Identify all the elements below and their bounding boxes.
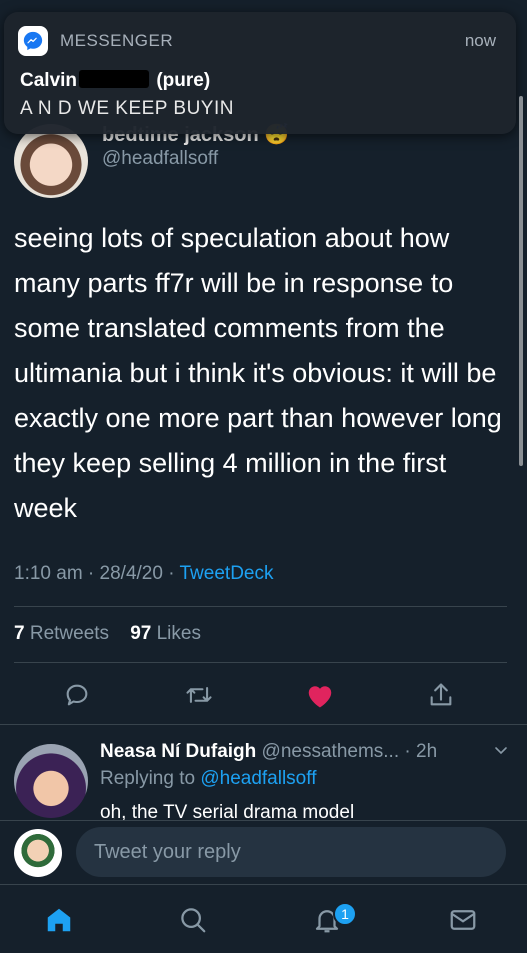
notification-sender: Calvin (pure) (20, 70, 210, 92)
chevron-down-icon[interactable] (493, 742, 509, 758)
tweet-meta: 1:10 am · 28/4/20 · TweetDeck (14, 563, 274, 584)
notification-message: A N D WE KEEP BUYIN (20, 98, 234, 119)
reply-icon (66, 684, 88, 706)
reply-text: oh, the TV serial drama model (100, 802, 355, 820)
replying-to-mention[interactable]: @headfallsoff (200, 768, 316, 789)
heart-icon (308, 686, 332, 708)
sender-suffix: (pure) (156, 70, 211, 91)
nav-home[interactable] (42, 903, 76, 937)
reply-author-name[interactable]: Neasa Ní Dufaigh (100, 741, 256, 762)
user-avatar[interactable] (14, 829, 62, 877)
reply-author-handle[interactable]: @nessathems... (262, 741, 400, 762)
notification-app-name: MESSENGER (60, 31, 174, 50)
nav-messages[interactable] (446, 903, 480, 937)
messenger-icon (18, 26, 48, 56)
tweet-source-link[interactable]: TweetDeck (180, 563, 274, 584)
retweet-icon (186, 687, 212, 703)
reply-avatar[interactable] (14, 744, 88, 818)
scrollbar[interactable] (519, 96, 523, 466)
notifications-badge: 1 (333, 902, 357, 926)
reply-composer (0, 820, 527, 884)
share-button[interactable] (424, 678, 458, 712)
reply-author: Neasa Ní Dufaigh @nessathems... · 2h (100, 741, 437, 763)
reply-tweet[interactable]: Neasa Ní Dufaigh @nessathems... · 2h Rep… (0, 724, 527, 820)
retweets-stat[interactable]: 7 Retweets (14, 623, 109, 644)
replying-to: Replying to @headfallsoff (100, 768, 316, 790)
divider (14, 662, 507, 663)
tweet-text: seeing lots of speculation about how man… (14, 223, 502, 523)
nav-search[interactable] (176, 903, 210, 937)
reply-age: · 2h (404, 741, 438, 762)
messages-icon (450, 910, 476, 930)
tweet-time: 1:10 am (14, 563, 83, 584)
notification-time: now (464, 31, 496, 50)
like-button[interactable] (303, 678, 337, 712)
reply-button[interactable] (60, 678, 94, 712)
likes-stat[interactable]: 97 Likes (130, 623, 201, 644)
sender-first-name: Calvin (20, 70, 78, 91)
search-icon (181, 908, 206, 933)
tweet-actions (0, 672, 527, 716)
reply-input[interactable] (76, 827, 506, 877)
bottom-nav: 1 (0, 884, 527, 953)
replying-prefix: Replying to (100, 768, 196, 789)
divider (14, 606, 507, 607)
retweet-button[interactable] (182, 678, 216, 712)
tweet-stats: 7 Retweets 97 Likes (14, 623, 201, 645)
home-icon (47, 908, 71, 932)
redacted-surname (79, 70, 150, 88)
messenger-notification[interactable]: MESSENGER now Calvin (pure) A N D WE KEE… (4, 12, 516, 134)
author-avatar[interactable] (14, 124, 88, 198)
tweet-date: 28/4/20 (99, 563, 163, 584)
author-handle[interactable]: @headfallsoff (102, 148, 218, 170)
share-icon (430, 683, 452, 706)
